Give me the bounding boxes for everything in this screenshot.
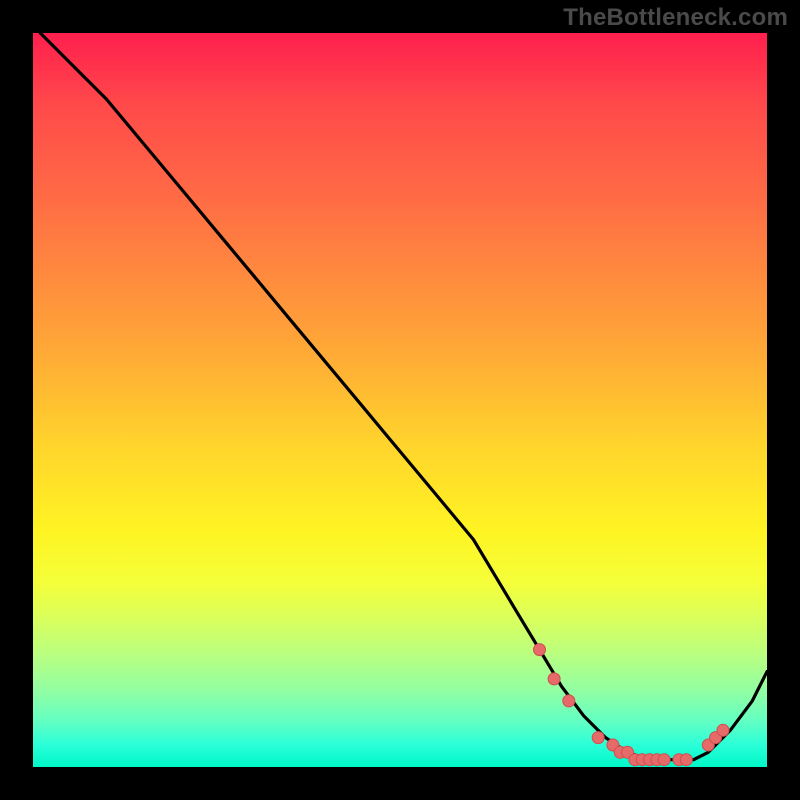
curve-marker xyxy=(658,754,670,766)
curve-marker xyxy=(680,754,692,766)
watermark-text: TheBottleneck.com xyxy=(563,4,788,32)
bottleneck-curve xyxy=(40,33,767,760)
curve-marker xyxy=(717,724,729,736)
plot-overlay xyxy=(33,33,767,767)
plot-area xyxy=(33,33,767,767)
curve-marker xyxy=(563,695,575,707)
curve-markers xyxy=(534,644,730,766)
chart-frame: TheBottleneck.com xyxy=(0,0,800,800)
curve-marker xyxy=(592,732,604,744)
curve-marker xyxy=(548,673,560,685)
curve-marker xyxy=(534,644,546,656)
